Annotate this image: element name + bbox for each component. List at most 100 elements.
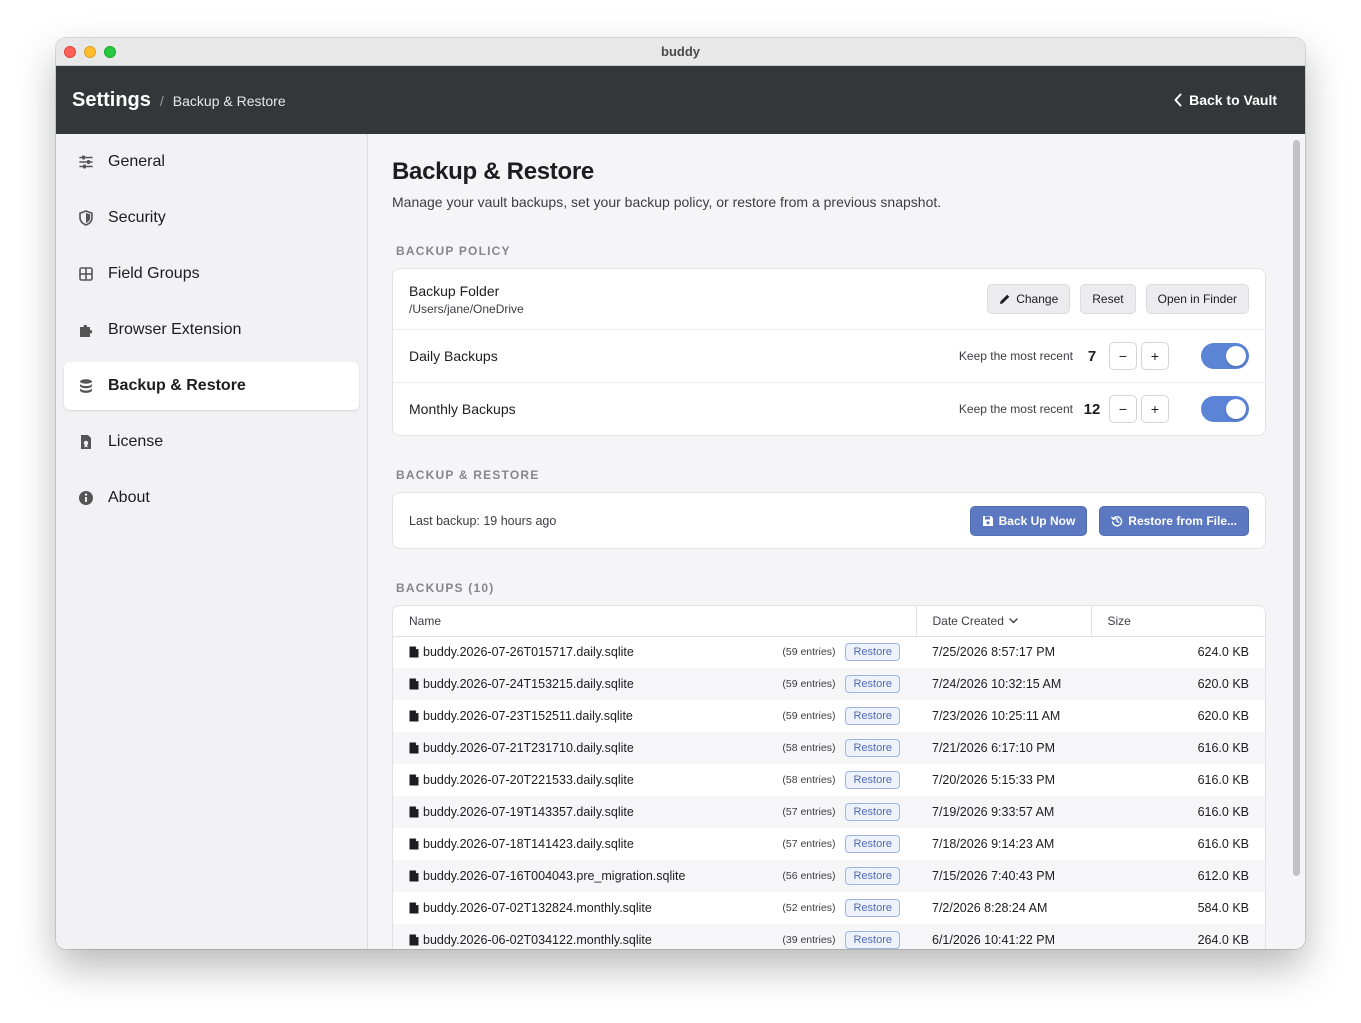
restore-backup-button[interactable]: Restore	[845, 803, 900, 821]
title-bar: buddy	[56, 38, 1305, 66]
restore-backup-button[interactable]: Restore	[845, 643, 900, 662]
file-icon	[409, 742, 419, 754]
open-in-finder-button[interactable]: Open in Finder	[1145, 284, 1249, 314]
restore-backup-button[interactable]: Restore	[845, 675, 900, 693]
close-window-button[interactable]	[64, 46, 76, 58]
info-icon	[78, 490, 94, 506]
restore-backup-button[interactable]: Restore	[845, 899, 900, 917]
daily-decrement-button[interactable]: −	[1109, 342, 1137, 370]
zoom-window-button[interactable]	[104, 46, 116, 58]
save-icon	[982, 515, 993, 526]
backup-entry-count: (39 entries)	[782, 934, 836, 946]
backup-file-name: buddy.2026-07-20T221533.daily.sqlite	[409, 773, 634, 787]
table-row[interactable]: buddy.2026-07-21T231710.daily.sqlite (58…	[393, 732, 1265, 764]
daily-increment-button[interactable]: +	[1141, 342, 1169, 370]
back-to-vault-button[interactable]: Back to Vault	[1173, 92, 1289, 108]
monthly-backups-controls: Keep the most recent 12 − +	[959, 395, 1249, 423]
backup-date-created: 7/23/2026 10:25:11 AM	[932, 709, 1061, 723]
backup-file-name-text: buddy.2026-07-19T143357.daily.sqlite	[423, 805, 634, 819]
last-backup-status: Last backup: 19 hours ago	[409, 513, 557, 528]
minimize-window-button[interactable]	[84, 46, 96, 58]
backup-entry-count: (58 entries)	[782, 774, 836, 786]
monthly-increment-button[interactable]: +	[1141, 395, 1169, 423]
restore-backup-button[interactable]: Restore	[845, 931, 900, 949]
sidebar-item-backup-restore[interactable]: Backup & Restore	[64, 362, 359, 410]
table-row[interactable]: buddy.2026-07-23T152511.daily.sqlite (59…	[393, 700, 1265, 732]
sidebar-item-about[interactable]: About	[64, 474, 359, 522]
sidebar-item-license[interactable]: License	[64, 418, 359, 466]
backups-table-card: Name Date Created Size buddy.2026-07-26T…	[392, 605, 1266, 949]
breadcrumb-root[interactable]: Settings	[72, 89, 151, 112]
monthly-keep-label: Keep the most recent	[958, 402, 1073, 416]
sidebar-item-label: General	[108, 153, 165, 170]
section-label-backups: BACKUPS (10)	[396, 581, 495, 595]
restore-backup-button[interactable]: Restore	[845, 707, 900, 725]
table-row[interactable]: buddy.2026-06-02T034122.monthly.sqlite (…	[393, 924, 1265, 949]
table-row[interactable]: buddy.2026-07-16T004043.pre_migration.sq…	[393, 860, 1265, 892]
daily-backups-title: Daily Backups	[409, 348, 498, 364]
monthly-decrement-button[interactable]: −	[1109, 395, 1137, 423]
column-header-date[interactable]: Date Created	[915, 606, 1091, 637]
backup-date-created: 7/25/2026 8:57:17 PM	[932, 645, 1056, 660]
restore-backup-button[interactable]: Restore	[845, 739, 900, 757]
change-folder-button[interactable]: Change	[987, 284, 1071, 314]
column-header-name[interactable]: Name	[393, 606, 916, 637]
monthly-keep-count: 12	[1083, 400, 1101, 418]
backup-date-created: 7/18/2026 9:14:23 AM	[932, 837, 1055, 851]
backup-date-created: 7/20/2026 5:15:33 PM	[932, 773, 1056, 787]
file-icon	[409, 902, 419, 914]
table-row[interactable]: buddy.2026-07-02T132824.monthly.sqlite (…	[393, 892, 1265, 924]
scrollbar-thumb[interactable]	[1293, 140, 1300, 876]
backup-actions: Back Up Now Restore from File...	[969, 505, 1249, 536]
backup-file-name: buddy.2026-07-18T141423.daily.sqlite	[409, 837, 634, 851]
sidebar-item-label: Security	[108, 209, 166, 226]
sidebar-item-label: Field Groups	[108, 265, 200, 282]
backup-name-cell: buddy.2026-06-02T034122.monthly.sqlite (…	[393, 924, 916, 949]
backup-entry-count: (52 entries)	[782, 902, 836, 914]
restore-from-file-label: Restore from File...	[1128, 513, 1237, 528]
reset-folder-button[interactable]: Reset	[1080, 284, 1136, 314]
restore-backup-button[interactable]: Restore	[845, 835, 900, 853]
file-icon	[409, 934, 419, 946]
content-scrollbar[interactable]	[1291, 136, 1303, 947]
monthly-backups-toggle[interactable]	[1201, 396, 1249, 422]
table-row[interactable]: buddy.2026-07-20T221533.daily.sqlite (58…	[393, 764, 1265, 796]
sliders-icon	[78, 154, 94, 170]
breadcrumb-separator: /	[159, 92, 164, 109]
backup-file-name-text: buddy.2026-07-23T152511.daily.sqlite	[423, 709, 633, 723]
backup-folder-row: Backup Folder /Users/jane/OneDrive Chang…	[393, 269, 1265, 330]
restore-backup-button[interactable]: Restore	[845, 867, 900, 885]
sidebar-item-browser-extension[interactable]: Browser Extension	[64, 306, 359, 354]
sidebar-item-label: License	[108, 433, 164, 450]
change-folder-label: Change	[1016, 292, 1059, 306]
backup-date-created: 6/1/2026 10:41:22 PM	[916, 924, 1091, 949]
table-row[interactable]: buddy.2026-07-19T143357.daily.sqlite (57…	[393, 796, 1265, 828]
table-row[interactable]: buddy.2026-07-24T153215.daily.sqlite (59…	[393, 668, 1265, 700]
backup-file-name-text: buddy.2026-07-24T153215.daily.sqlite	[423, 677, 634, 691]
file-icon	[409, 806, 419, 818]
file-icon	[409, 678, 419, 690]
section-label-backup-policy: BACKUP POLICY	[396, 244, 511, 258]
backup-size: 584.0 KB	[1197, 901, 1249, 915]
daily-backups-toggle[interactable]	[1201, 343, 1249, 369]
window-title: buddy	[661, 44, 700, 59]
table-row[interactable]: buddy.2026-07-18T141423.daily.sqlite (57…	[393, 828, 1265, 860]
backup-entry-count: (59 entries)	[782, 710, 836, 722]
sidebar-item-security[interactable]: Security	[64, 194, 359, 242]
backup-date-created: 7/2/2026 8:28:24 AM	[932, 901, 1048, 915]
sidebar-item-general[interactable]: General	[64, 138, 359, 186]
backup-entry-count: (57 entries)	[782, 806, 836, 818]
back-up-now-button[interactable]: Back Up Now	[969, 505, 1088, 536]
restore-backup-button[interactable]: Restore	[845, 771, 900, 789]
column-header-size[interactable]: Size	[1090, 606, 1265, 637]
backup-entry-count: (59 entries)	[782, 646, 836, 659]
restore-from-file-button[interactable]: Restore from File...	[1099, 505, 1249, 536]
backup-file-name: buddy.2026-07-23T152511.daily.sqlite	[409, 709, 633, 723]
backup-file-name: buddy.2026-07-21T231710.daily.sqlite	[409, 741, 634, 755]
breadcrumb-current: Backup & Restore	[172, 92, 286, 109]
backup-name-cell: buddy.2026-07-20T221533.daily.sqlite (58…	[393, 764, 916, 796]
toggle-knob	[1226, 346, 1246, 366]
sidebar-item-label: Backup & Restore	[108, 377, 246, 394]
sidebar-item-field-groups[interactable]: Field Groups	[64, 250, 359, 298]
table-row[interactable]: buddy.2026-07-26T015717.daily.sqlite (59…	[393, 636, 1265, 668]
